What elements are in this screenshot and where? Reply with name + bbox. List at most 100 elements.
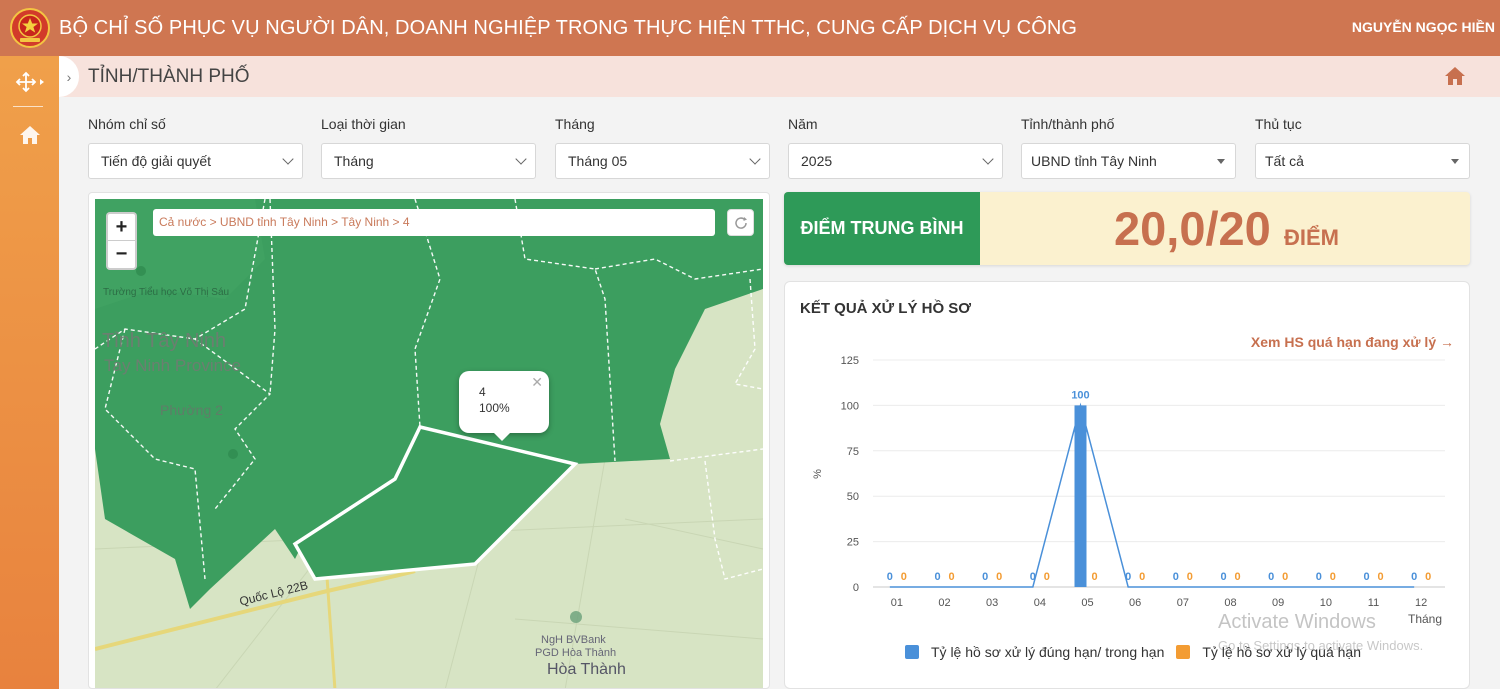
map-shapes (95, 199, 763, 688)
legend-swatch-overdue (1176, 645, 1191, 659)
sidebar-divider (13, 106, 43, 107)
map-label-town: Hòa Thành (547, 661, 626, 678)
procedure-select[interactable]: Tất cả (1255, 143, 1470, 179)
legend-label-overdue[interactable]: Tỷ lệ hồ sơ xử lý quá hạn (1202, 644, 1361, 660)
filter-label: Thủ tục (1255, 116, 1302, 132)
index-group-select[interactable]: Tiến độ giải quyết (88, 143, 303, 179)
sidebar-toggle-button[interactable]: › (59, 56, 79, 97)
map-breadcrumb[interactable]: Cả nước > UBND tỉnh Tây Ninh > Tây Ninh … (153, 209, 715, 236)
zoom-in-button[interactable]: + (108, 214, 135, 241)
y-tick-label: 0 (853, 582, 859, 594)
score-unit: ĐIỂM (1284, 225, 1339, 250)
select-value: Tất cả (1265, 153, 1304, 169)
chevron-down-icon (982, 153, 994, 165)
data-label: 0 (901, 571, 907, 583)
data-label: 0 (1411, 571, 1417, 583)
filter-label: Tỉnh/thành phố (1021, 116, 1115, 132)
zoom-out-button[interactable]: − (108, 241, 135, 268)
zoom-control: + − (106, 212, 137, 270)
y-tick-label: 125 (841, 355, 859, 367)
close-icon[interactable]: ✕ (531, 374, 543, 390)
filter-label: Năm (788, 116, 818, 132)
map-canvas[interactable]: Trường Tiểu học Võ Thị Sáu Tỉnh Tây Ninh… (95, 199, 763, 688)
chevron-down-icon (749, 153, 761, 165)
bar (1074, 405, 1087, 587)
refresh-icon (734, 216, 747, 229)
y-tick-label: 100 (841, 400, 859, 412)
y-axis-label: % (812, 469, 824, 479)
home-button[interactable] (1444, 66, 1466, 91)
app-title: BỘ CHỈ SỐ PHỤC VỤ NGƯỜI DÂN, DOANH NGHIỆ… (59, 16, 1078, 39)
x-tick-label: 06 (1129, 597, 1141, 609)
filter-time-type: Loại thời gian Tháng (321, 116, 536, 179)
filter-month: Tháng Tháng 05 (555, 116, 770, 179)
x-tick-label: 12 (1415, 597, 1427, 609)
map-label-school: Trường Tiểu học Võ Thị Sáu (103, 287, 230, 298)
select-value: UBND tỉnh Tây Ninh (1031, 153, 1157, 169)
result-chart: 0 25 50 75 100 125% 01 02 03 04 05 06 07 08 09 10 11 12 Th… (812, 355, 1445, 626)
page-titlebar: › TỈNH/THÀNH PHỐ (59, 56, 1500, 97)
sidebar (0, 56, 59, 689)
popup-tip (493, 432, 511, 441)
result-panel: KẾT QUẢ XỬ LÝ HỒ SƠ Xem HS quá hạn đang … (784, 281, 1470, 689)
filter-year: Năm 2025 (788, 116, 1003, 179)
data-label: 100 (1071, 389, 1089, 401)
watermark-title: Activate Windows (1218, 611, 1376, 633)
top-header: BỘ CHỈ SỐ PHỤC VỤ NGƯỜI DÂN, DOANH NGHIỆ… (0, 0, 1500, 56)
data-label: 0 (1234, 571, 1240, 583)
chevron-down-icon (515, 153, 527, 165)
map-label-province-en: Tay Ninh Province (104, 356, 242, 375)
popup-value: 100% (479, 401, 510, 415)
data-label: 0 (887, 571, 893, 583)
data-label: 0 (934, 571, 940, 583)
sidebar-item-dashboard[interactable] (0, 58, 59, 106)
data-label: 0 (1425, 571, 1431, 583)
filter-province: Tỉnh/thành phố UBND tỉnh Tây Ninh (1021, 116, 1236, 179)
select-value: Tiến độ giải quyết (101, 153, 211, 169)
select-value: 2025 (801, 153, 833, 169)
month-select[interactable]: Tháng 05 (555, 143, 770, 179)
score-label: ĐIỂM TRUNG BÌNH (784, 192, 980, 265)
home-icon (1445, 67, 1465, 85)
legend-swatch-ontime (905, 645, 919, 659)
map-label-province: Tỉnh Tây Ninh (102, 330, 227, 352)
average-score-panel: ĐIỂM TRUNG BÌNH 20,0/20 ĐIỂM (784, 192, 1470, 265)
x-tick-label: 01 (891, 597, 903, 609)
province-select[interactable]: UBND tỉnh Tây Ninh (1021, 143, 1236, 179)
sidebar-item-home[interactable] (0, 111, 59, 159)
filter-label: Tháng (555, 116, 595, 132)
x-tick-label: 07 (1177, 597, 1189, 609)
select-value: Tháng 05 (568, 153, 628, 169)
data-label: 0 (1377, 571, 1383, 583)
time-type-select[interactable]: Tháng (321, 143, 536, 179)
national-emblem-icon (10, 8, 50, 48)
x-tick-label: 05 (1081, 597, 1093, 609)
x-tick-label: 04 (1034, 597, 1046, 609)
data-label: 0 (1044, 571, 1050, 583)
data-label: 0 (948, 571, 954, 583)
x-tick-label: 11 (1368, 597, 1379, 609)
map-label-bank: NgH BVBank (541, 634, 606, 646)
caret-down-icon (1451, 159, 1459, 164)
x-tick-label: 08 (1224, 597, 1236, 609)
data-label: 0 (1173, 571, 1179, 583)
data-label: 0 (1316, 571, 1322, 583)
data-label: 0 (1220, 571, 1226, 583)
data-label: 0 (1330, 571, 1336, 583)
x-tick-label: 10 (1320, 597, 1332, 609)
data-label: 0 (1363, 571, 1369, 583)
year-select[interactable]: 2025 (788, 143, 1003, 179)
data-label: 0 (1282, 571, 1288, 583)
legend-label-ontime[interactable]: Tỷ lệ hồ sơ xử lý đúng hạn/ trong hạn (931, 644, 1164, 660)
data-label: 0 (996, 571, 1002, 583)
refresh-button[interactable] (727, 209, 754, 236)
data-label: 0 (982, 571, 988, 583)
select-value: Tháng (334, 153, 374, 169)
map-panel: Trường Tiểu học Võ Thị Sáu Tỉnh Tây Ninh… (88, 192, 770, 689)
user-name[interactable]: NGUYỄN NGỌC HIỀN (1352, 19, 1495, 35)
caret-down-icon (1217, 159, 1225, 164)
data-label: 0 (1268, 571, 1274, 583)
home-icon (19, 126, 40, 144)
x-axis-label: Tháng (1408, 612, 1442, 626)
filter-label: Nhóm chỉ số (88, 116, 166, 132)
